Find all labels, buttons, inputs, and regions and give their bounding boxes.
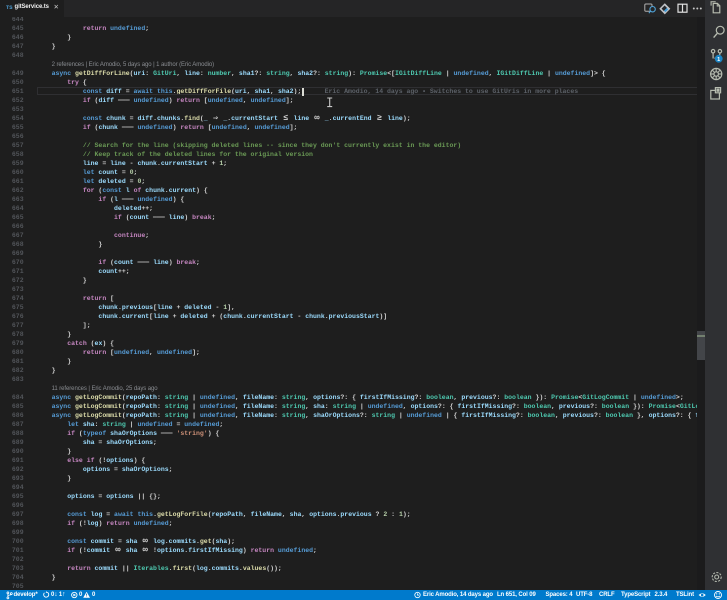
svg-text:1: 1 xyxy=(717,57,720,63)
